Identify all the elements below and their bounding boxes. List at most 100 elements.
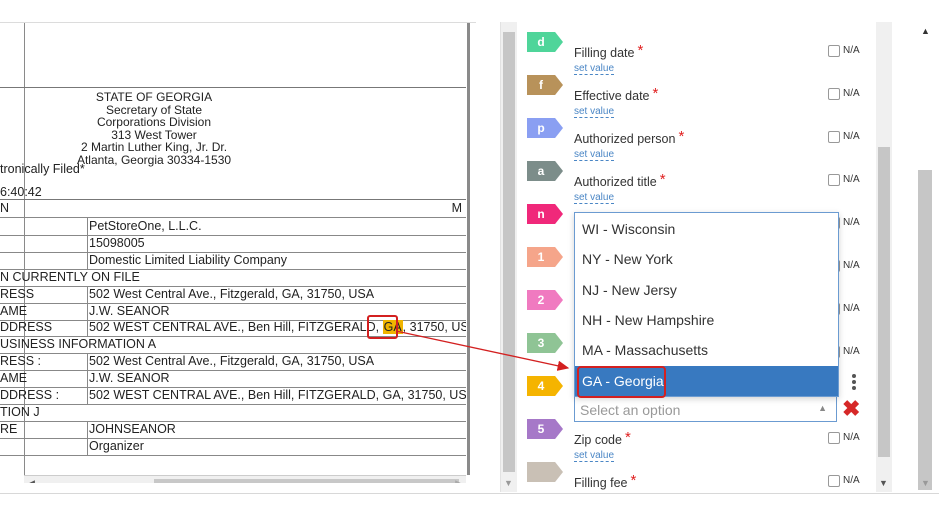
na-checkbox[interactable] bbox=[828, 432, 840, 444]
field-label: Zip code * bbox=[574, 429, 631, 448]
required-marker: * bbox=[637, 42, 644, 59]
field-label-text: Effective date bbox=[574, 89, 650, 103]
field-row: Filling fee * N/A bbox=[517, 462, 875, 492]
na-label: N/A bbox=[843, 88, 860, 99]
caret-up-icon[interactable]: ▲ bbox=[818, 403, 827, 413]
filed-note: tronically Filed* bbox=[0, 162, 85, 176]
selection-highlight-box bbox=[577, 366, 666, 398]
dropdown-option[interactable]: NY - New York bbox=[575, 244, 838, 274]
row-label: USINESS INFORMATION A bbox=[0, 337, 157, 352]
header-line: Corporations Division bbox=[96, 115, 212, 130]
required-marker: * bbox=[678, 128, 685, 145]
set-value-link[interactable]: set value bbox=[574, 192, 615, 204]
field-badge[interactable]: 2 bbox=[527, 290, 563, 310]
field-label: Effective date * bbox=[574, 85, 658, 104]
table-row: 15098005 bbox=[0, 234, 466, 253]
required-marker: * bbox=[659, 171, 666, 188]
set-value-link[interactable]: set value bbox=[574, 149, 615, 161]
row-label: N CURRENTLY ON FILE bbox=[0, 269, 140, 284]
row-label: TION J bbox=[0, 404, 40, 419]
field-label: Authorized title * bbox=[574, 171, 666, 190]
row-label: RESS bbox=[0, 286, 35, 301]
table-row: TION J bbox=[0, 404, 466, 422]
na-label: N/A bbox=[843, 260, 860, 271]
na-label: N/A bbox=[843, 432, 860, 443]
field-badge[interactable]: p bbox=[527, 118, 563, 138]
field-label-text: Filling date bbox=[574, 46, 635, 60]
dropdown-option[interactable]: MA - Massachusetts bbox=[575, 335, 838, 365]
state-select[interactable]: Select an option ▲ bbox=[574, 396, 837, 422]
table-row: Organizer bbox=[0, 437, 466, 456]
na-checkbox[interactable] bbox=[828, 88, 840, 100]
field-badge[interactable]: 1 bbox=[527, 247, 563, 267]
more-options-icon[interactable] bbox=[852, 372, 858, 392]
na-checkbox[interactable] bbox=[828, 131, 840, 143]
row-value: 502 West Central Ave., Fitzgerald, GA, 3… bbox=[87, 353, 466, 371]
table-row: AME J.W. SEANOR bbox=[0, 370, 466, 389]
required-marker: * bbox=[630, 472, 637, 489]
field-row: p Authorized person * set value N/A bbox=[517, 118, 875, 161]
row-label: AME bbox=[0, 303, 28, 318]
field-row: d Filling date * set value N/A bbox=[517, 32, 875, 75]
scroll-up-icon[interactable]: ▲ bbox=[921, 26, 930, 36]
field-badge[interactable]: f bbox=[527, 75, 563, 95]
scroll-down-icon[interactable]: ▼ bbox=[504, 478, 513, 488]
scroll-left-icon[interactable]: ◀ bbox=[28, 478, 35, 483]
set-value-link[interactable]: set value bbox=[574, 106, 615, 118]
na-checkbox[interactable] bbox=[828, 45, 840, 57]
row-label bbox=[0, 218, 85, 235]
scroll-down-icon[interactable]: ▼ bbox=[879, 478, 888, 488]
row-value: 15098005 bbox=[87, 234, 466, 252]
field-badge[interactable]: 5 bbox=[527, 419, 563, 439]
row-value: 502 WEST CENTRAL AVE., Ben Hill, FITZGER… bbox=[87, 387, 466, 404]
na-label: N/A bbox=[843, 346, 860, 357]
field-badge[interactable] bbox=[527, 462, 563, 482]
na-checkbox[interactable] bbox=[828, 475, 840, 487]
row-label: DDRESS bbox=[0, 320, 53, 335]
na-label: N/A bbox=[843, 475, 860, 486]
table-row: N CURRENTLY ON FILE bbox=[0, 269, 466, 287]
document-viewer[interactable]: STATE OF GEORGIA Secretary of State Corpor… bbox=[0, 22, 476, 483]
dropdown-option[interactable]: NJ - New Jersy bbox=[575, 275, 838, 305]
dropdown-option[interactable]: NH - New Hampshire bbox=[575, 305, 838, 335]
field-label-text: Authorized title bbox=[574, 175, 657, 189]
set-value-link[interactable]: set value bbox=[574, 450, 615, 462]
column-m: M bbox=[451, 201, 462, 215]
scroll-down-icon[interactable]: ▼ bbox=[921, 478, 930, 488]
row-label: DDRESS : bbox=[0, 388, 60, 402]
na-label: N/A bbox=[843, 303, 860, 314]
field-badge[interactable]: 3 bbox=[527, 333, 563, 353]
page-scrollbar[interactable]: ▲ ▼ bbox=[914, 22, 936, 492]
set-value-link[interactable]: set value bbox=[574, 63, 615, 75]
table-row: Domestic Limited Liability Company bbox=[0, 251, 466, 270]
row-label: RESS : bbox=[0, 354, 41, 369]
horizontal-scrollbar[interactable]: ◀ ▶ bbox=[24, 475, 466, 483]
scroll-thumb[interactable] bbox=[878, 147, 890, 457]
row-label bbox=[0, 235, 85, 252]
row-value: Organizer bbox=[87, 437, 466, 455]
field-badge[interactable]: n bbox=[527, 204, 563, 224]
row-value: J.W. SEANOR bbox=[87, 370, 466, 388]
select-placeholder: Select an option bbox=[580, 402, 681, 418]
clear-icon[interactable]: ✖ bbox=[842, 396, 860, 422]
row-value: Domestic Limited Liability Company bbox=[87, 251, 466, 269]
document-vertical-scrollbar[interactable]: ▼ bbox=[500, 22, 517, 492]
field-badge[interactable]: d bbox=[527, 32, 563, 52]
dropdown-option[interactable]: WI - Wisconsin bbox=[575, 214, 838, 244]
table-header-row: N M bbox=[0, 200, 466, 218]
table-row: RESS 502 West Central Ave., Fitzgerald, G… bbox=[0, 285, 466, 304]
field-row: a Authorized title * set value N/A bbox=[517, 161, 875, 204]
scroll-right-icon[interactable]: ▶ bbox=[455, 478, 462, 483]
row-value: JOHNSEANOR bbox=[87, 420, 466, 438]
field-row: 5 Zip code * set value N/A bbox=[517, 419, 875, 462]
scroll-thumb[interactable] bbox=[154, 479, 459, 483]
scroll-thumb[interactable] bbox=[918, 170, 932, 490]
field-list-scrollbar[interactable]: ▼ bbox=[876, 22, 892, 492]
row-label: RE bbox=[0, 421, 18, 436]
field-badge[interactable]: a bbox=[527, 161, 563, 181]
scroll-thumb[interactable] bbox=[503, 32, 515, 472]
na-checkbox[interactable] bbox=[828, 174, 840, 186]
field-badge[interactable]: 4 bbox=[527, 376, 563, 396]
row-value: 502 WEST CENTRAL AVE., Ben Hill, FITZGER… bbox=[87, 319, 466, 337]
time-text: 6:40:42 bbox=[0, 185, 42, 199]
